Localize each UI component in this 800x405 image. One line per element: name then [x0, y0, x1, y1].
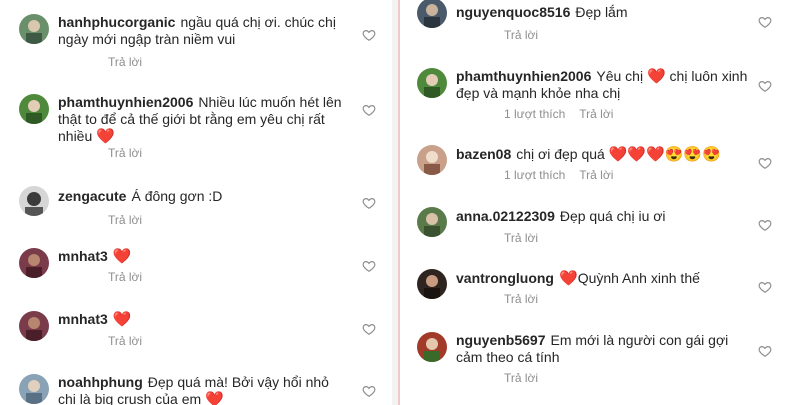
comment-body: Đẹp quá chị iu ơi — [559, 208, 666, 224]
comment-username[interactable]: zengacute — [58, 188, 126, 204]
heart-outline-icon[interactable] — [362, 322, 376, 336]
heart-outline-icon[interactable] — [362, 28, 376, 42]
comment-body: Quỳnh Anh xinh thế — [577, 270, 700, 286]
comment-text: mnhat3 ❤️ — [58, 248, 348, 265]
heart-outline-icon[interactable] — [758, 156, 772, 170]
avatar[interactable] — [417, 145, 447, 175]
comment-text: phamthuynhien2006 Yêu chị ❤️ chị luôn xin… — [456, 68, 756, 102]
comment-username[interactable]: phamthuynhien2006 — [456, 68, 591, 84]
avatar[interactable] — [417, 332, 447, 362]
comment-text: zengacute Á đông gơn :D — [58, 188, 348, 205]
comment-text: anna.02122309 Đẹp quá chị iu ơi — [456, 208, 756, 225]
comment-username[interactable]: nguyenb5697 — [456, 332, 545, 348]
comment-meta: Trả lời — [108, 55, 156, 69]
comment-meta: Trả lời — [504, 28, 552, 42]
comment-meta: Trả lời — [108, 213, 156, 227]
avatar[interactable] — [417, 68, 447, 98]
comment-meta: Trả lời — [504, 231, 552, 245]
comment-meta: 1 lượt thích Trả lời — [504, 107, 627, 121]
heart-emoji: ❤️ — [559, 270, 578, 287]
comment-text: nguyenquoc8516 Đẹp lắm — [456, 4, 756, 21]
comment-username[interactable]: vantrongluong — [456, 270, 554, 286]
comment-username[interactable]: bazen08 — [456, 146, 511, 162]
reply-button[interactable]: Trả lời — [108, 213, 142, 227]
comment-body: Á đông gơn :D — [131, 188, 223, 204]
comment-text: hanhphucorganic ngầu quá chị ơi. chúc chị… — [58, 14, 348, 48]
left-comment-panel: hanhphucorganic ngầu quá chị ơi. chúc chị… — [0, 0, 392, 405]
comment-meta: 1 lượt thích Trả lời — [504, 168, 627, 182]
heart-emoji: ❤️ — [205, 391, 224, 405]
comment-username[interactable]: nguyenquoc8516 — [456, 4, 570, 20]
like-count[interactable]: 1 lượt thích — [504, 168, 565, 182]
reply-button[interactable]: Trả lời — [504, 28, 538, 42]
reply-button[interactable]: Trả lời — [504, 292, 538, 306]
comment-username[interactable]: anna.02122309 — [456, 208, 555, 224]
avatar[interactable] — [417, 269, 447, 299]
comment-meta: Trả lời — [108, 270, 156, 284]
reply-button[interactable]: Trả lời — [579, 107, 613, 121]
comment-username[interactable]: mnhat3 — [58, 311, 108, 327]
avatar[interactable] — [417, 207, 447, 237]
avatar[interactable] — [19, 94, 49, 124]
comment-text: bazen08 chị ơi đẹp quá ❤️❤️❤️😍😍😍 — [456, 146, 756, 163]
comment-username[interactable]: phamthuynhien2006 — [58, 94, 193, 110]
right-comment-panel: nguyenquoc8516 Đẹp lắm Trả lời phamthuynh… — [398, 0, 800, 405]
emoji-reactions: ❤️❤️❤️😍😍😍 — [608, 146, 721, 163]
heart-outline-icon[interactable] — [362, 384, 376, 398]
heart-outline-icon[interactable] — [758, 280, 772, 294]
comment-text: nguyenb5697 Em mới là người con gái gợi c… — [456, 332, 746, 366]
heart-outline-icon[interactable] — [362, 196, 376, 210]
comment-username[interactable]: mnhat3 — [58, 248, 108, 264]
comment-body: Đẹp lắm — [575, 4, 628, 20]
avatar[interactable] — [19, 311, 49, 341]
comment-username[interactable]: noahhphung — [58, 374, 143, 390]
reply-button[interactable]: Trả lời — [108, 334, 142, 348]
comment-text: phamthuynhien2006 Nhiều lúc muốn hét lên … — [58, 94, 348, 145]
comment-body: Yêu chị — [596, 68, 644, 84]
heart-outline-icon[interactable] — [758, 218, 772, 232]
avatar[interactable] — [19, 14, 49, 44]
avatar[interactable] — [19, 248, 49, 278]
reply-button[interactable]: Trả lời — [504, 371, 538, 385]
like-count[interactable]: 1 lượt thích — [504, 107, 565, 121]
comment-meta: Trả lời — [108, 334, 156, 348]
comment-meta: Trả lời — [108, 146, 156, 160]
heart-emoji: ❤️ — [112, 248, 132, 265]
comment-text: mnhat3 ❤️ — [58, 311, 348, 328]
heart-outline-icon[interactable] — [362, 259, 376, 273]
comment-username[interactable]: hanhphucorganic — [58, 14, 175, 30]
avatar[interactable] — [19, 186, 49, 216]
heart-outline-icon[interactable] — [758, 79, 772, 93]
heart-outline-icon[interactable] — [758, 344, 772, 358]
comment-text: vantrongluong ❤️Quỳnh Anh xinh thế — [456, 270, 756, 287]
heart-outline-icon[interactable] — [758, 15, 772, 29]
reply-button[interactable]: Trả lời — [504, 231, 538, 245]
reply-button[interactable]: Trả lời — [579, 168, 613, 182]
reply-button[interactable]: Trả lời — [108, 55, 142, 69]
comment-text: noahhphung Đẹp quá mà! Bởi vậy hổi nhỏ ch… — [58, 374, 348, 405]
heart-emoji: ❤️ — [112, 311, 132, 328]
avatar[interactable] — [417, 0, 447, 28]
heart-emoji: ❤️ — [646, 68, 666, 85]
comment-body: chị ơi đẹp quá — [516, 146, 605, 162]
avatar[interactable] — [19, 374, 49, 404]
reply-button[interactable]: Trả lời — [108, 270, 142, 284]
comment-meta: Trả lời — [504, 292, 552, 306]
comment-meta: Trả lời — [504, 371, 552, 385]
reply-button[interactable]: Trả lời — [108, 146, 142, 160]
heart-emoji: ❤️ — [96, 128, 115, 145]
heart-outline-icon[interactable] — [362, 103, 376, 117]
